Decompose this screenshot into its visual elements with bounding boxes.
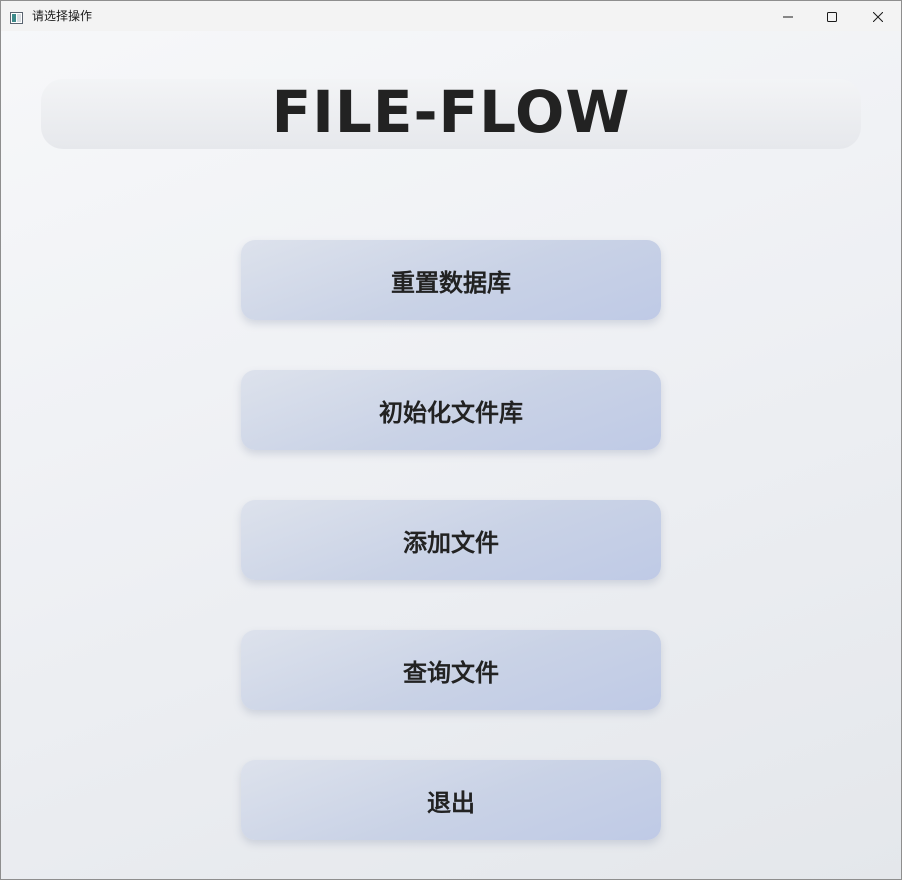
app-window: 请选择操作 FILE-FLOW 重置数据库 初始化文件库 添加文件 查询文件 退… xyxy=(0,0,902,880)
minimize-button[interactable] xyxy=(765,1,811,31)
query-file-button[interactable]: 查询文件 xyxy=(241,630,661,710)
reset-database-button[interactable]: 重置数据库 xyxy=(241,240,661,320)
close-button[interactable] xyxy=(855,1,901,31)
maximize-icon xyxy=(827,7,837,26)
minimize-icon xyxy=(783,7,793,26)
init-file-library-button[interactable]: 初始化文件库 xyxy=(241,370,661,450)
add-file-button[interactable]: 添加文件 xyxy=(241,500,661,580)
exit-button[interactable]: 退出 xyxy=(241,760,661,840)
main-content: FILE-FLOW 重置数据库 初始化文件库 添加文件 查询文件 退出 xyxy=(1,31,901,879)
close-icon xyxy=(872,7,884,26)
maximize-button[interactable] xyxy=(809,1,855,31)
app-window-icon xyxy=(10,9,23,24)
window-title: 请选择操作 xyxy=(32,9,93,23)
app-heading: FILE-FLOW xyxy=(271,78,631,146)
title-bar[interactable]: 请选择操作 xyxy=(1,1,901,31)
